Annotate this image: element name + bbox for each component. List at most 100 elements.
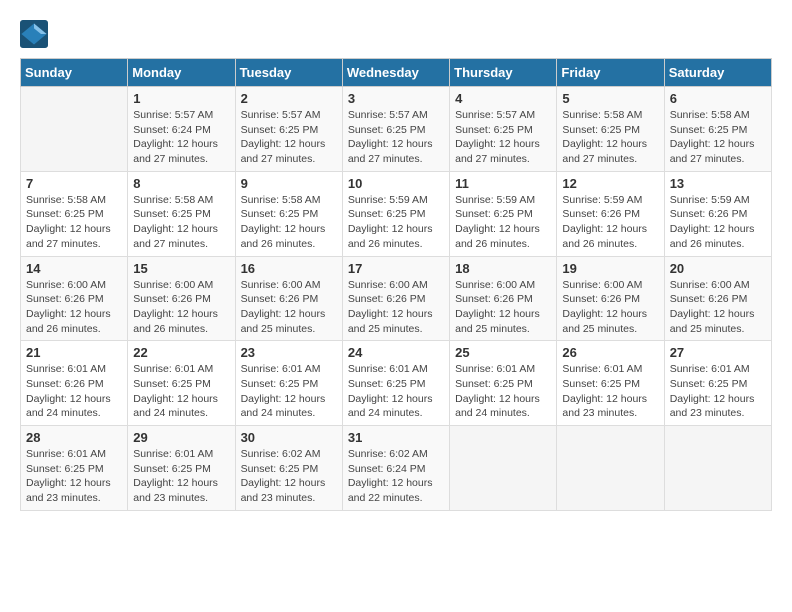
day-info: Sunrise: 6:01 AM Sunset: 6:25 PM Dayligh… [133, 447, 229, 506]
calendar-cell: 18Sunrise: 6:00 AM Sunset: 6:26 PM Dayli… [450, 256, 557, 341]
day-number: 20 [670, 261, 766, 276]
day-number: 27 [670, 345, 766, 360]
calendar-cell [21, 87, 128, 172]
calendar-cell: 26 Sunrise: 6:01 AM Sunset: 6:25 PM Dayli… [557, 341, 664, 426]
calendar-cell: 21 Sunrise: 6:01 AM Sunset: 6:26 PM Dayli… [21, 341, 128, 426]
day-number: 4 [455, 91, 551, 106]
day-number: 6 [670, 91, 766, 106]
day-info: Sunrise: 6:00 AM Sunset: 6:26 PM Dayligh… [670, 278, 766, 337]
calendar-cell: 28 Sunrise: 6:01 AM Sunset: 6:25 PM Dayli… [21, 426, 128, 511]
calendar-cell: 5 Sunrise: 5:58 AM Sunset: 6:25 PM Daylig… [557, 87, 664, 172]
calendar-cell: 7 Sunrise: 5:58 AM Sunset: 6:25 PM Daylig… [21, 171, 128, 256]
day-number: 8 [133, 176, 229, 191]
calendar-table: SundayMondayTuesdayWednesdayThursdayFrid… [20, 58, 772, 511]
day-number: 13 [670, 176, 766, 191]
day-info: Sunrise: 5:57 AM Sunset: 6:25 PM Dayligh… [348, 108, 444, 167]
day-info: Sunrise: 6:01 AM Sunset: 6:25 PM Dayligh… [348, 362, 444, 421]
calendar-cell: 4 Sunrise: 5:57 AM Sunset: 6:25 PM Daylig… [450, 87, 557, 172]
day-info: Sunrise: 6:00 AM Sunset: 6:26 PM Dayligh… [562, 278, 658, 337]
header-cell-tuesday: Tuesday [235, 59, 342, 87]
header-cell-friday: Friday [557, 59, 664, 87]
day-info: Sunrise: 5:58 AM Sunset: 6:25 PM Dayligh… [670, 108, 766, 167]
day-info: Sunrise: 5:59 AM Sunset: 6:26 PM Dayligh… [670, 193, 766, 252]
calendar-cell: 12Sunrise: 5:59 AM Sunset: 6:26 PM Dayli… [557, 171, 664, 256]
calendar-cell: 3 Sunrise: 5:57 AM Sunset: 6:25 PM Daylig… [342, 87, 449, 172]
day-number: 7 [26, 176, 122, 191]
calendar-cell: 16Sunrise: 6:00 AM Sunset: 6:26 PM Dayli… [235, 256, 342, 341]
calendar-cell [664, 426, 771, 511]
day-number: 26 [562, 345, 658, 360]
day-number: 17 [348, 261, 444, 276]
day-info: Sunrise: 5:59 AM Sunset: 6:25 PM Dayligh… [455, 193, 551, 252]
calendar-cell: 6 Sunrise: 5:58 AM Sunset: 6:25 PM Daylig… [664, 87, 771, 172]
day-number: 18 [455, 261, 551, 276]
day-number: 15 [133, 261, 229, 276]
day-info: Sunrise: 6:01 AM Sunset: 6:25 PM Dayligh… [455, 362, 551, 421]
day-info: Sunrise: 6:02 AM Sunset: 6:24 PM Dayligh… [348, 447, 444, 506]
day-number: 24 [348, 345, 444, 360]
calendar-cell: 24 Sunrise: 6:01 AM Sunset: 6:25 PM Dayli… [342, 341, 449, 426]
day-number: 22 [133, 345, 229, 360]
day-info: Sunrise: 6:01 AM Sunset: 6:25 PM Dayligh… [670, 362, 766, 421]
calendar-cell: 11Sunrise: 5:59 AM Sunset: 6:25 PM Dayli… [450, 171, 557, 256]
header-cell-wednesday: Wednesday [342, 59, 449, 87]
day-number: 2 [241, 91, 337, 106]
calendar-cell: 20 Sunrise: 6:00 AM Sunset: 6:26 PM Dayli… [664, 256, 771, 341]
day-info: Sunrise: 5:58 AM Sunset: 6:25 PM Dayligh… [562, 108, 658, 167]
day-info: Sunrise: 6:00 AM Sunset: 6:26 PM Dayligh… [26, 278, 122, 337]
day-info: Sunrise: 6:01 AM Sunset: 6:26 PM Dayligh… [26, 362, 122, 421]
day-info: Sunrise: 6:00 AM Sunset: 6:26 PM Dayligh… [348, 278, 444, 337]
day-info: Sunrise: 5:59 AM Sunset: 6:25 PM Dayligh… [348, 193, 444, 252]
day-number: 1 [133, 91, 229, 106]
calendar-cell: 2 Sunrise: 5:57 AM Sunset: 6:25 PM Daylig… [235, 87, 342, 172]
calendar-cell: 19 Sunrise: 6:00 AM Sunset: 6:26 PM Dayli… [557, 256, 664, 341]
day-number: 19 [562, 261, 658, 276]
day-info: Sunrise: 6:00 AM Sunset: 6:26 PM Dayligh… [133, 278, 229, 337]
header-cell-saturday: Saturday [664, 59, 771, 87]
header-cell-sunday: Sunday [21, 59, 128, 87]
calendar-row-week-5: 28 Sunrise: 6:01 AM Sunset: 6:25 PM Dayli… [21, 426, 772, 511]
day-number: 14 [26, 261, 122, 276]
day-info: Sunrise: 5:57 AM Sunset: 6:25 PM Dayligh… [241, 108, 337, 167]
day-number: 23 [241, 345, 337, 360]
logo [20, 20, 52, 48]
day-number: 21 [26, 345, 122, 360]
day-number: 16 [241, 261, 337, 276]
day-number: 3 [348, 91, 444, 106]
calendar-cell [450, 426, 557, 511]
page-header [20, 20, 772, 48]
day-info: Sunrise: 5:58 AM Sunset: 6:25 PM Dayligh… [26, 193, 122, 252]
calendar-cell: 1 Sunrise: 5:57 AM Sunset: 6:24 PM Daylig… [128, 87, 235, 172]
day-info: Sunrise: 6:01 AM Sunset: 6:25 PM Dayligh… [562, 362, 658, 421]
logo-icon [20, 20, 48, 48]
calendar-cell: 23 Sunrise: 6:01 AM Sunset: 6:25 PM Dayli… [235, 341, 342, 426]
header-row: SundayMondayTuesdayWednesdayThursdayFrid… [21, 59, 772, 87]
day-info: Sunrise: 5:57 AM Sunset: 6:25 PM Dayligh… [455, 108, 551, 167]
calendar-row-week-3: 14 Sunrise: 6:00 AM Sunset: 6:26 PM Dayli… [21, 256, 772, 341]
day-number: 28 [26, 430, 122, 445]
day-number: 30 [241, 430, 337, 445]
header-cell-thursday: Thursday [450, 59, 557, 87]
calendar-cell: 17 Sunrise: 6:00 AM Sunset: 6:26 PM Dayli… [342, 256, 449, 341]
calendar-cell: 25 Sunrise: 6:01 AM Sunset: 6:25 PM Dayli… [450, 341, 557, 426]
day-number: 9 [241, 176, 337, 191]
day-number: 12 [562, 176, 658, 191]
calendar-row-week-2: 7 Sunrise: 5:58 AM Sunset: 6:25 PM Daylig… [21, 171, 772, 256]
day-number: 25 [455, 345, 551, 360]
day-number: 5 [562, 91, 658, 106]
calendar-cell: 13 Sunrise: 5:59 AM Sunset: 6:26 PM Dayli… [664, 171, 771, 256]
calendar-cell: 14 Sunrise: 6:00 AM Sunset: 6:26 PM Dayli… [21, 256, 128, 341]
day-info: Sunrise: 6:01 AM Sunset: 6:25 PM Dayligh… [26, 447, 122, 506]
day-info: Sunrise: 5:57 AM Sunset: 6:24 PM Dayligh… [133, 108, 229, 167]
calendar-cell: 30 Sunrise: 6:02 AM Sunset: 6:25 PM Dayli… [235, 426, 342, 511]
calendar-cell: 29Sunrise: 6:01 AM Sunset: 6:25 PM Dayli… [128, 426, 235, 511]
day-info: Sunrise: 6:02 AM Sunset: 6:25 PM Dayligh… [241, 447, 337, 506]
calendar-row-week-1: 1 Sunrise: 5:57 AM Sunset: 6:24 PM Daylig… [21, 87, 772, 172]
calendar-cell: 31Sunrise: 6:02 AM Sunset: 6:24 PM Dayli… [342, 426, 449, 511]
calendar-cell: 9Sunrise: 5:58 AM Sunset: 6:25 PM Daylig… [235, 171, 342, 256]
day-number: 10 [348, 176, 444, 191]
day-info: Sunrise: 6:01 AM Sunset: 6:25 PM Dayligh… [241, 362, 337, 421]
calendar-cell: 22 Sunrise: 6:01 AM Sunset: 6:25 PM Dayli… [128, 341, 235, 426]
day-info: Sunrise: 6:01 AM Sunset: 6:25 PM Dayligh… [133, 362, 229, 421]
calendar-cell: 15 Sunrise: 6:00 AM Sunset: 6:26 PM Dayli… [128, 256, 235, 341]
